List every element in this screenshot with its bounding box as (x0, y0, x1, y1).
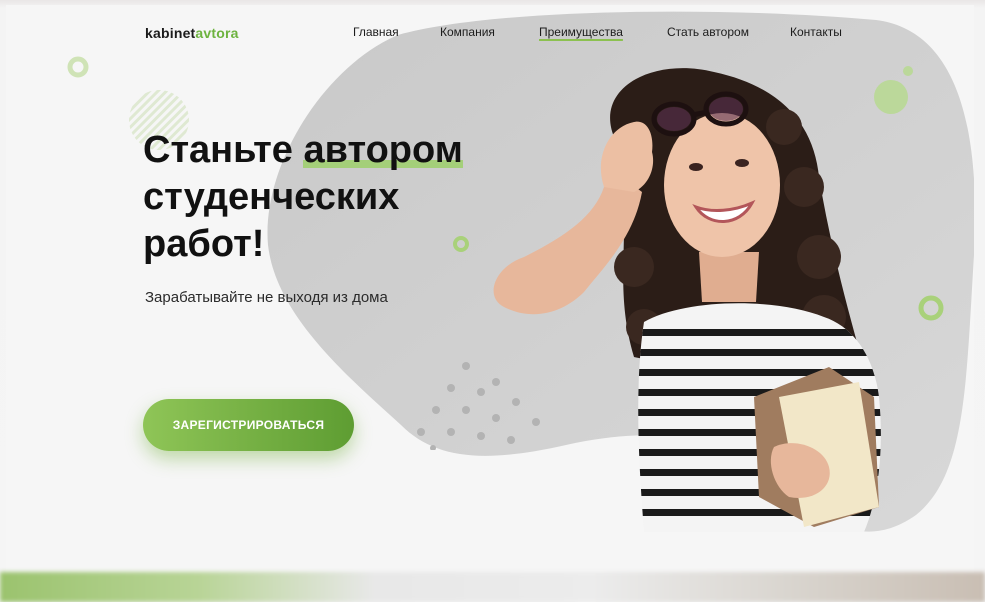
nav-link-company[interactable]: Компания (440, 25, 495, 39)
nav-link-advantages[interactable]: Преимущества (539, 25, 623, 39)
hero-title-highlight: автором (303, 127, 464, 174)
nav-link-home[interactable]: Главная (353, 25, 399, 39)
nav-link-contacts[interactable]: Контакты (790, 25, 842, 39)
hero-title-word-1: Станьте (143, 129, 293, 171)
logo-text-primary: kabinet (145, 25, 196, 41)
nav-link-become-author[interactable]: Стать автором (667, 25, 749, 39)
deco-ring-right-icon (918, 295, 944, 321)
site-header: kabinetavtora Главная Компания Преимущес… (6, 5, 974, 57)
hero-title-line-2: студенческих (143, 176, 400, 218)
hero-person-image (493, 68, 881, 532)
site-logo[interactable]: kabinetavtora (145, 25, 239, 41)
logo-text-accent: avtora (195, 25, 239, 41)
next-section-preview (0, 572, 985, 602)
page: kabinetavtora Главная Компания Преимущес… (0, 0, 985, 602)
hero-section: kabinetavtora Главная Компания Преимущес… (6, 5, 974, 573)
register-button[interactable]: ЗАРЕГИСТРИРОВАТЬСЯ (143, 399, 354, 451)
hero-subtitle: Зарабатывайте не выходя из дома (145, 289, 388, 306)
hero-title: Станьте автором студенческих работ! (143, 127, 464, 268)
deco-ring-small-icon (67, 56, 89, 78)
hero-title-line-1: Станьте автором (143, 127, 464, 174)
hero-title-line-3: работ! (143, 223, 265, 265)
